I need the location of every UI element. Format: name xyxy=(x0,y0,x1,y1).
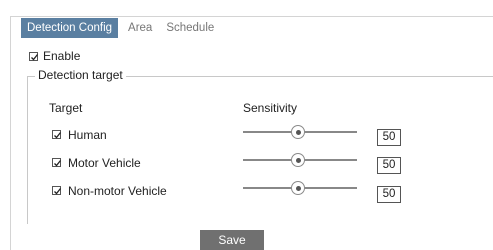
detection-target-legend: Detection target xyxy=(35,68,126,82)
non-motor-vehicle-sensitivity-handle[interactable] xyxy=(291,181,305,195)
check-icon xyxy=(54,160,62,167)
motor-vehicle-sensitivity-value[interactable]: 50 xyxy=(377,157,401,174)
non-motor-vehicle-sensitivity-value[interactable]: 50 xyxy=(377,186,401,203)
human-label: Human xyxy=(68,128,107,142)
human-sensitivity-value[interactable]: 50 xyxy=(377,129,401,146)
detection-target-group xyxy=(27,76,493,224)
tab-detection-config[interactable]: Detection Config xyxy=(21,18,119,38)
tab-schedule[interactable]: Schedule xyxy=(160,18,220,38)
non-motor-vehicle-label: Non-motor Vehicle xyxy=(68,184,167,198)
sensitivity-column-header: Sensitivity xyxy=(243,101,298,115)
motor-vehicle-label: Motor Vehicle xyxy=(68,156,141,170)
target-column-header: Target xyxy=(49,101,83,115)
check-icon xyxy=(54,188,62,195)
non-motor-vehicle-checkbox[interactable] xyxy=(52,186,62,195)
check-icon xyxy=(31,54,39,61)
enable-checkbox[interactable] xyxy=(29,52,39,61)
human-sensitivity-handle[interactable] xyxy=(291,125,305,139)
tab-area[interactable]: Area xyxy=(122,18,158,38)
enable-label: Enable xyxy=(43,49,81,63)
motor-vehicle-sensitivity-handle[interactable] xyxy=(291,153,305,167)
motor-vehicle-checkbox[interactable] xyxy=(52,158,62,167)
check-icon xyxy=(54,132,62,139)
tab-bar: Detection Config Area Schedule xyxy=(21,18,220,38)
human-checkbox[interactable] xyxy=(52,130,62,139)
save-button[interactable]: Save xyxy=(200,230,264,250)
